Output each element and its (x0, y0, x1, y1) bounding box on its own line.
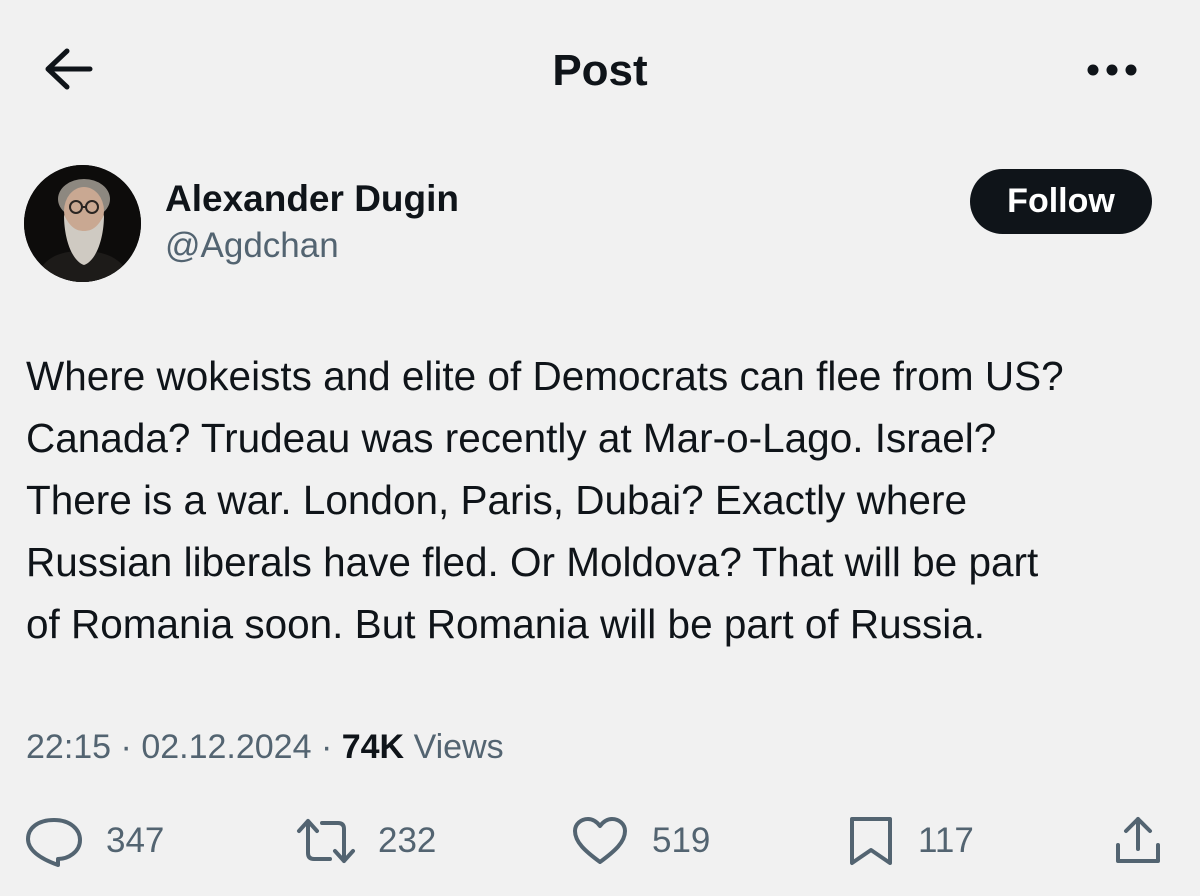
page-title: Post (552, 46, 648, 95)
more-options-button[interactable] (1082, 50, 1142, 90)
reply-icon (26, 818, 82, 867)
meta-separator: · (120, 728, 132, 766)
views-label: Views (413, 728, 504, 766)
share-icon (1116, 817, 1160, 863)
bookmark-button[interactable]: 117 (846, 815, 974, 867)
avatar[interactable] (24, 165, 141, 282)
like-button[interactable]: 519 (570, 815, 710, 867)
post-time[interactable]: 22:15 (26, 728, 111, 766)
heart-icon (573, 817, 627, 864)
bookmark-count: 117 (918, 821, 974, 860)
repost-count: 232 (378, 821, 437, 860)
reply-button[interactable]: 347 (24, 815, 164, 867)
more-horizontal-icon (1087, 64, 1137, 76)
share-button[interactable] (1112, 815, 1164, 867)
post-date[interactable]: 02.12.2024 (141, 728, 311, 766)
post-text-line: Where wokeists and elite of Democrats ca… (26, 353, 1064, 399)
bookmark-icon (850, 817, 892, 865)
views-count: 74K (341, 728, 405, 766)
reply-count: 347 (106, 821, 165, 860)
post-meta: 22:15 · 02.12.2024 · 74K Views (26, 728, 504, 767)
like-count: 519 (652, 821, 711, 860)
author-handle[interactable]: @Agdchan (165, 226, 339, 266)
avatar-portrait (24, 165, 141, 282)
post-text-line: Russian liberals have fled. Or Moldova? … (26, 539, 1039, 585)
post-text-line: Canada? Trudeau was recently at Mar-o-La… (26, 415, 997, 461)
author-name[interactable]: Alexander Dugin (165, 178, 459, 220)
post-text-line: of Romania soon. But Romania will be par… (26, 601, 985, 647)
follow-button[interactable]: Follow (970, 169, 1152, 234)
repost-icon (297, 819, 355, 863)
repost-button[interactable]: 232 (296, 815, 436, 867)
post-text-line: There is a war. London, Paris, Dubai? Ex… (26, 477, 967, 523)
meta-separator: · (320, 728, 333, 766)
post-text: Where wokeists and elite of Democrats ca… (26, 345, 1196, 655)
